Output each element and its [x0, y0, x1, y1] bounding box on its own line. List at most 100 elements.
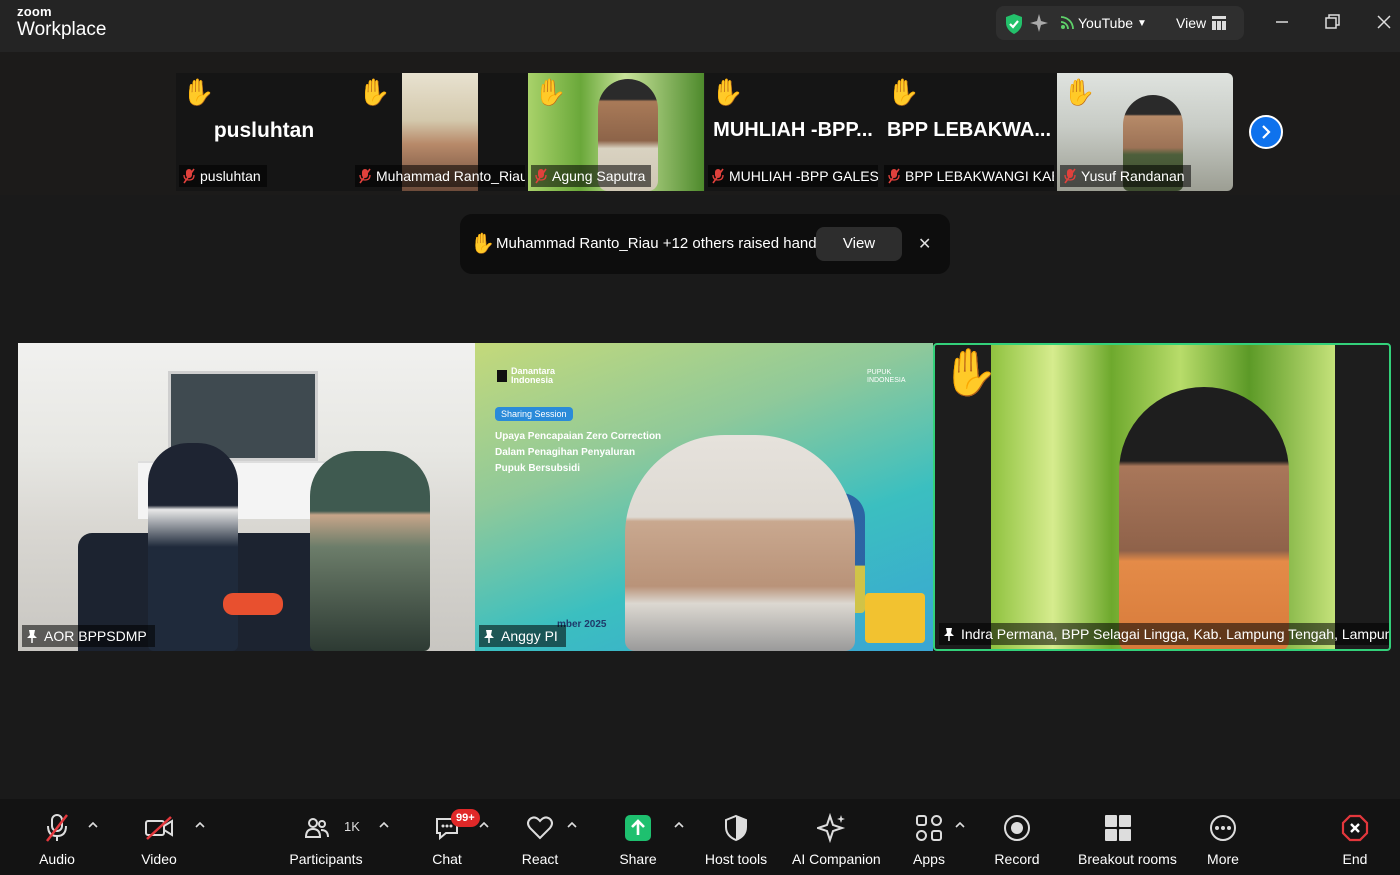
shield-icon [725, 814, 747, 842]
muted-mic-icon [1064, 168, 1076, 184]
react-button[interactable]: React [520, 799, 560, 875]
audio-label: Audio [39, 851, 75, 867]
host-tools-button[interactable]: Host tools [705, 799, 767, 875]
pin-icon [27, 630, 37, 643]
more-button[interactable]: More [1203, 799, 1243, 875]
video-tile-aor[interactable]: AOR BPPSDMP [18, 343, 475, 651]
end-meeting-icon [1341, 814, 1369, 842]
slide-products [865, 593, 925, 643]
participant-name-label: Muhammad Ranto_Riau [355, 165, 525, 187]
slide-brand: Danantara Indonesia [497, 367, 557, 385]
breakout-rooms-icon [1105, 815, 1131, 841]
muted-mic-icon [888, 168, 900, 184]
apps-options-caret-icon[interactable] [954, 821, 966, 829]
participant-name-label: BPP LEBAKWANGI KAB... [884, 165, 1054, 187]
audio-button[interactable]: Audio [37, 799, 77, 875]
video-tile-anggy[interactable]: Danantara Indonesia PUPUK INDONESIA Shar… [475, 343, 933, 651]
participant-tile[interactable]: ✋ Yusuf Randanan [1057, 73, 1233, 191]
grid-view-icon [1212, 16, 1227, 30]
livestream-icon [1060, 16, 1074, 30]
raised-hand-icon: ✋ [534, 77, 567, 107]
end-meeting-button[interactable]: End [1335, 799, 1375, 875]
react-options-caret-icon[interactable] [566, 821, 578, 829]
share-button[interactable]: Share [618, 799, 658, 875]
video-label: Video [141, 851, 177, 867]
host-tools-label: Host tools [704, 851, 768, 867]
raised-hand-icon: ✋ [182, 77, 215, 107]
app-logo: zoom Workplace [17, 5, 106, 39]
participant-name: Muhammad Ranto_Riau [376, 168, 525, 184]
next-page-button[interactable] [1249, 115, 1283, 149]
view-label: View [1176, 15, 1207, 31]
participant-name-label: AOR BPPSDMP [22, 625, 155, 647]
participants-icon [304, 818, 329, 838]
restore-icon[interactable] [1322, 12, 1342, 32]
video-tile-indra-active[interactable]: ✋ Indra Permana, BPP Selagai Lingga, Kab… [933, 343, 1391, 651]
livestream-youtube-button[interactable]: YouTube ▼ [1060, 15, 1147, 31]
close-icon[interactable] [1374, 12, 1394, 32]
raised-hand-icon: ✋ [711, 77, 744, 107]
brand-bottom: Workplace [17, 19, 107, 40]
raised-hand-icon: ✋ [1063, 77, 1096, 107]
participant-display-name: MUHLIAH -BPP... [713, 119, 873, 141]
breakout-rooms-label: Breakout rooms [1078, 851, 1177, 867]
participant-name: Indra Permana, BPP Selagai Lingga, Kab. … [961, 626, 1391, 642]
participant-tile[interactable]: ✋ BPP LEBAKWA... BPP LEBAKWANGI KAB... [881, 73, 1057, 191]
title-bar: zoom Workplace YouTube ▼ View [0, 0, 1400, 52]
participant-display-name: BPP LEBAKWA... [886, 119, 1052, 141]
video-button[interactable]: Video [139, 799, 179, 875]
apps-button[interactable]: Apps [909, 799, 949, 875]
chevron-right-icon [1262, 125, 1271, 139]
security-shield-icon[interactable] [1004, 13, 1024, 35]
more-label: More [1207, 851, 1239, 867]
close-icon[interactable]: ✕ [918, 234, 931, 254]
person-right [310, 451, 430, 651]
participant-name-label: MUHLIAH -BPP GALES... [708, 165, 878, 187]
raised-hands-notification: ✋ Muhammad Ranto_Riau +12 others raised … [460, 214, 950, 274]
view-button[interactable]: View [1176, 15, 1227, 31]
slide-title-1: Upaya Pencapaian Zero Correction [495, 431, 662, 442]
participants-options-caret-icon[interactable] [378, 821, 390, 829]
chat-unread-badge: 99+ [451, 809, 480, 827]
slide-logo: PUPUK INDONESIA [867, 369, 906, 384]
pin-icon [484, 630, 494, 643]
flowers [223, 593, 283, 615]
ai-companion-button[interactable]: AI Companion [792, 799, 881, 875]
person-left [148, 443, 238, 651]
participant-name-label: pusluhtan [179, 165, 267, 187]
participant-name: pusluhtan [200, 168, 261, 184]
participant-name-label: Agung Saputra [531, 165, 652, 187]
participant-tile[interactable]: ✋ Muhammad Ranto_Riau [352, 73, 528, 191]
minimize-icon[interactable] [1272, 12, 1292, 32]
record-icon [1004, 815, 1030, 841]
video-options-caret-icon[interactable] [194, 821, 206, 829]
muted-mic-icon [712, 168, 724, 184]
participants-button[interactable]: 1K Participants [289, 799, 363, 875]
participant-name: Agung Saputra [552, 168, 646, 184]
ai-sparkle-icon[interactable] [1030, 14, 1048, 32]
slide-title-2: Dalam Penagihan Penyaluran [495, 447, 636, 458]
participant-name: Yusuf Randanan [1081, 168, 1185, 184]
participant-strip: ✋ pusluhtan pusluhtan ✋ Muhammad Ranto_R… [0, 52, 1400, 195]
meeting-info-pill: YouTube ▼ View [996, 6, 1244, 40]
view-raised-hands-button[interactable]: View [816, 227, 902, 261]
muted-mic-icon [46, 814, 68, 842]
audio-options-caret-icon[interactable] [87, 821, 99, 829]
apps-label: Apps [913, 851, 945, 867]
meeting-toolbar: Audio Video 1K Participants 99+ Chat Rea… [0, 799, 1400, 875]
raised-hands-text: Muhammad Ranto_Riau +12 others raised ha… [496, 235, 825, 252]
chat-button[interactable]: 99+ Chat [427, 799, 480, 875]
participant-tile[interactable]: ✋ MUHLIAH -BPP... MUHLIAH -BPP GALES... [705, 73, 881, 191]
record-button[interactable]: Record [994, 799, 1040, 875]
participant-tile[interactable]: ✋ Agung Saputra [528, 73, 704, 191]
participant-name: Anggy PI [501, 628, 558, 644]
chat-options-caret-icon[interactable] [478, 821, 490, 829]
ai-companion-label: AI Companion [792, 851, 881, 867]
participant-display-name: pusluhtan [213, 119, 315, 142]
record-label: Record [994, 851, 1040, 867]
breakout-rooms-button[interactable]: Breakout rooms [1078, 799, 1177, 875]
participants-label: Participants [289, 851, 363, 867]
apps-icon [916, 815, 942, 841]
participant-tile[interactable]: ✋ pusluhtan pusluhtan [176, 73, 352, 191]
share-options-caret-icon[interactable] [673, 821, 685, 829]
